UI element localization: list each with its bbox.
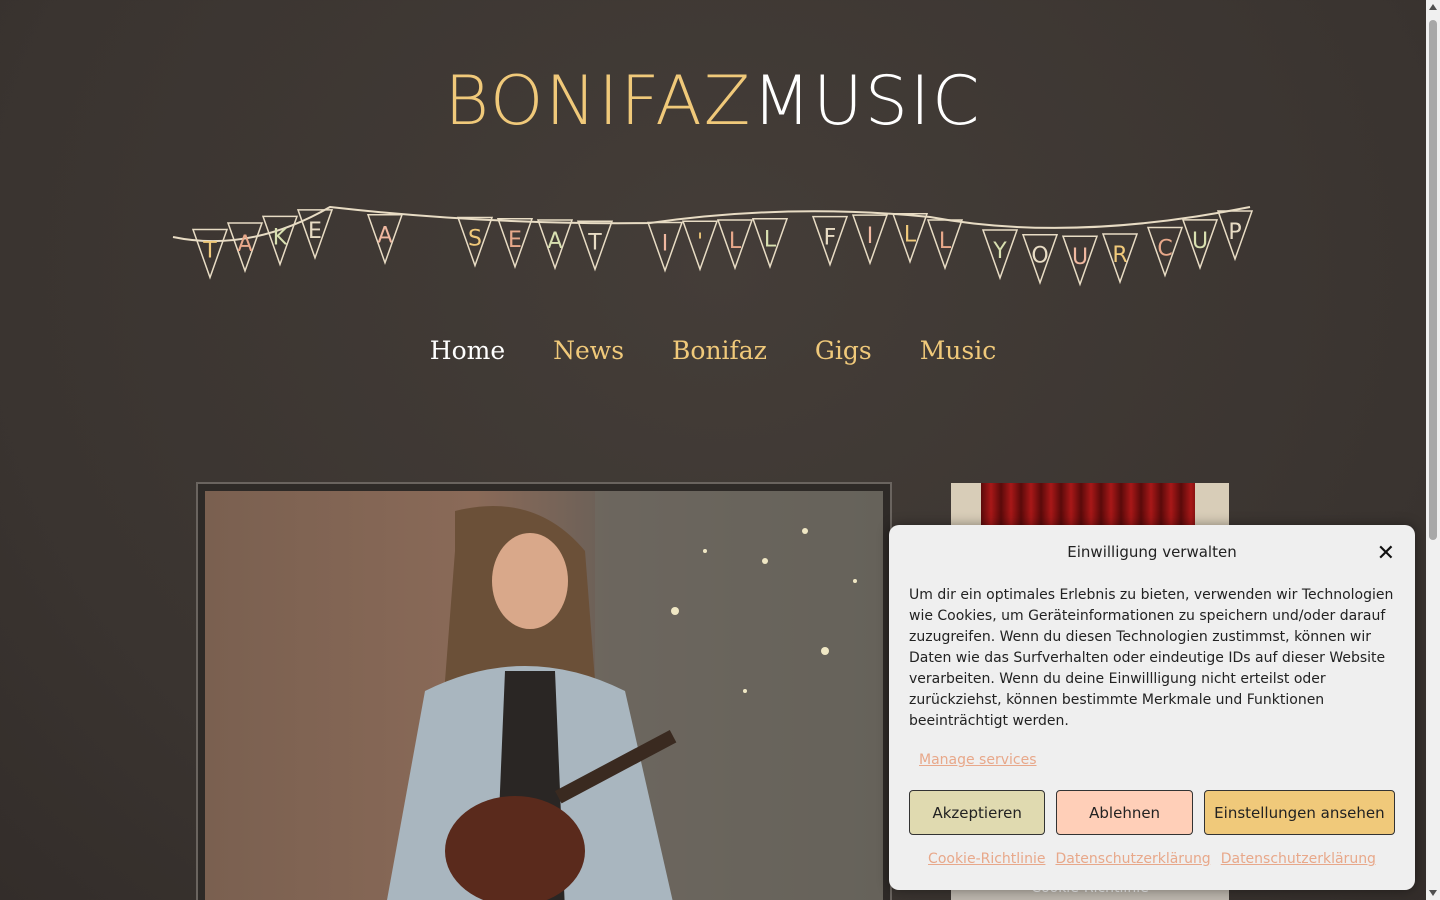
settings-button[interactable]: Einstellungen ansehen	[1203, 790, 1395, 835]
privacy-link[interactable]: Datenschutzerklärung	[1055, 851, 1210, 867]
deny-button[interactable]: Ablehnen	[1056, 790, 1193, 835]
bunting-letter: I	[662, 231, 669, 256]
scroll-down-icon[interactable]	[1429, 890, 1437, 896]
accept-button[interactable]: Akzeptieren	[909, 790, 1046, 835]
cookie-buttons: Akzeptieren Ablehnen Einstellungen anseh…	[909, 790, 1395, 835]
bunting-letter: Y	[992, 239, 1007, 264]
bunting-letter: U	[1072, 245, 1088, 270]
bunting-letter: K	[273, 225, 288, 250]
logo-part-bonifaz: BONIFAZ	[444, 62, 753, 141]
bunting-letter: T	[202, 239, 217, 264]
scrollbar-thumb[interactable]	[1429, 20, 1437, 540]
cookie-links: Cookie-Richtlinie Datenschutzerklärung D…	[909, 851, 1395, 867]
bunting-letter: T	[587, 230, 602, 255]
hero-photo	[205, 491, 883, 900]
nav-item-home[interactable]: Home	[430, 336, 505, 365]
logo-part-music: MUSIC	[752, 62, 982, 141]
privacy-link-2[interactable]: Datenschutzerklärung	[1221, 851, 1376, 867]
bunting-letter: L	[904, 223, 917, 248]
bunting-letter: L	[764, 228, 777, 253]
site-logo[interactable]: BONIFAZMUSIC	[0, 62, 1426, 141]
nav-item-music[interactable]: Music	[920, 336, 997, 365]
bunting-letter: E	[508, 228, 522, 253]
bunting-letter: I	[867, 224, 874, 249]
cookie-title: Einwilligung verwalten	[1067, 543, 1237, 561]
bunting-letter: U	[1192, 229, 1208, 254]
close-icon[interactable]: ✕	[1377, 541, 1395, 566]
bunting-letter: F	[824, 226, 837, 251]
nav-item-bonifaz[interactable]: Bonifaz	[672, 336, 767, 365]
bunting-banner: T A K E A S E A T I ' L L F I L L Y O U R C U P	[172, 205, 1254, 287]
hero-photo-frame	[196, 482, 892, 900]
nav-item-news[interactable]: News	[553, 336, 624, 365]
bunting-letter: A	[547, 229, 562, 254]
main-nav: Home News Bonifaz Gigs Music	[0, 336, 1426, 365]
bunting-letter: E	[308, 219, 322, 244]
cookie-policy-link[interactable]: Cookie-Richtlinie	[928, 851, 1045, 867]
bunting-letter: S	[468, 227, 482, 252]
scrollbar[interactable]	[1426, 0, 1440, 900]
bunting-letter: C	[1157, 236, 1172, 261]
bunting-letter: A	[377, 224, 392, 249]
scroll-up-icon[interactable]	[1429, 4, 1437, 10]
bunting-letter: P	[1228, 220, 1241, 245]
bunting-letter: R	[1112, 243, 1127, 268]
manage-services-link[interactable]: Manage services	[919, 752, 1037, 768]
cookie-consent-dialog: Einwilligung verwalten ✕ Um dir ein opti…	[889, 525, 1415, 890]
cookie-message: Um dir ein optimales Erlebnis zu bieten,…	[909, 587, 1394, 729]
bunting-letter: A	[237, 232, 252, 257]
nav-item-gigs[interactable]: Gigs	[815, 336, 872, 365]
bunting-letter: L	[729, 229, 742, 254]
bunting-letter: '	[697, 230, 703, 255]
musician-figure	[387, 491, 883, 900]
bunting-letter: O	[1031, 244, 1048, 269]
bunting-letter: L	[939, 229, 952, 254]
